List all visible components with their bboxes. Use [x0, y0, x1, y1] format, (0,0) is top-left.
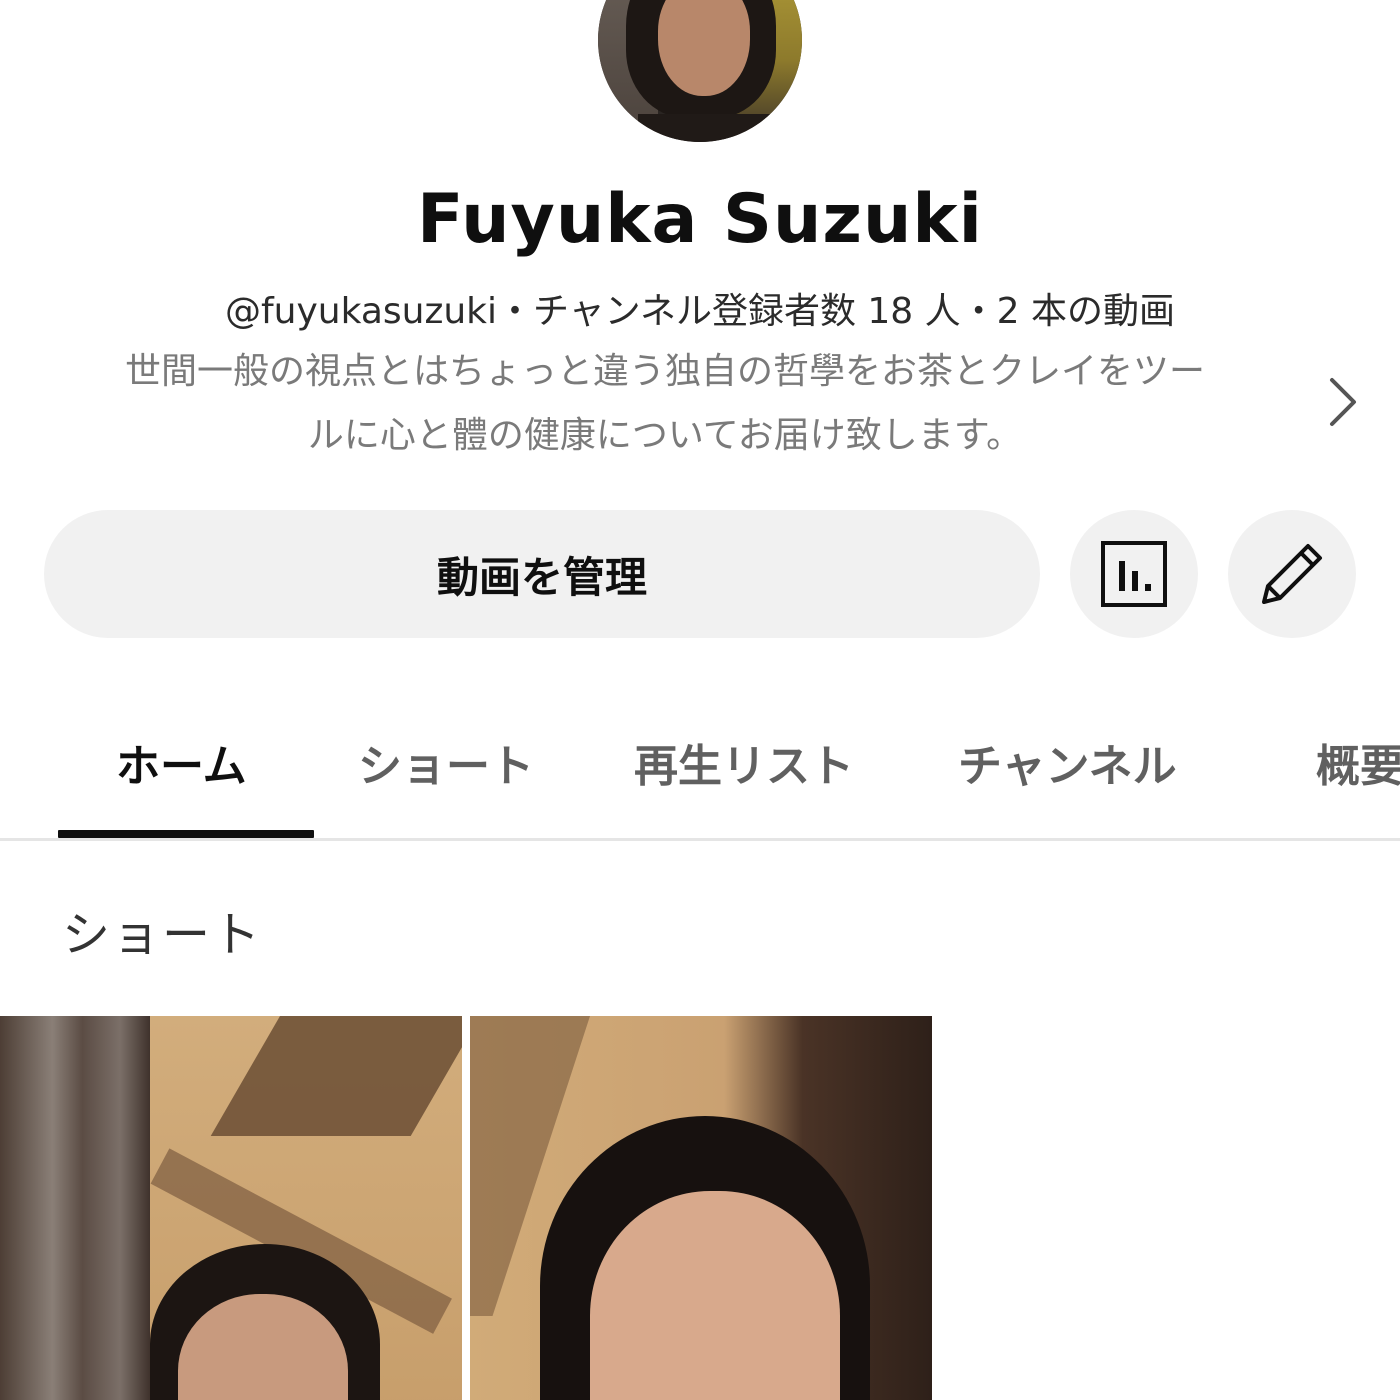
analytics-button[interactable] [1070, 510, 1198, 638]
section-title: ショート [62, 907, 263, 963]
short-thumbnail[interactable] [470, 1016, 932, 1400]
channel-avatar[interactable] [598, 0, 802, 142]
tab-channels[interactable]: チャンネル [958, 730, 1177, 794]
channel-name: Fuyuka Suzuki [417, 180, 983, 259]
channel-description[interactable]: 世間一般の視点とはちょっと違う独自の哲學をお茶とクレイをツー ルに心と體の健康に… [50, 340, 1280, 468]
analytics-icon [1101, 541, 1167, 607]
tab-playlists[interactable]: 再生リスト [634, 730, 854, 794]
tab-home[interactable]: ホーム [116, 730, 247, 794]
channel-meta: @fuyukasuzuki・チャンネル登録者数 18 人・2 本の動画 [225, 291, 1175, 332]
avatar-shirt [638, 114, 778, 142]
edit-channel-button[interactable] [1228, 510, 1356, 638]
tab-about[interactable]: 概要 [1316, 730, 1400, 794]
channel-description-line: ルに心と體の健康についてお届け致します。 [307, 415, 1023, 456]
active-tab-indicator [58, 830, 314, 838]
thumbnail-door [0, 1016, 150, 1400]
chevron-right-icon[interactable] [1322, 372, 1362, 432]
channel-page: Fuyuka Suzuki @fuyukasuzuki・チャンネル登録者数 18… [0, 0, 1400, 1400]
pencil-icon [1262, 544, 1322, 604]
short-thumbnail[interactable] [0, 1016, 462, 1400]
manage-videos-button[interactable]: 動画を管理 [44, 510, 1040, 638]
channel-tabs: ホーム ショート 再生リスト チャンネル 概要 [0, 700, 1400, 841]
tab-shorts[interactable]: ショート [358, 730, 534, 794]
channel-description-line: 世間一般の視点とはちょっと違う独自の哲學をお茶とクレイをツー [124, 351, 1205, 392]
